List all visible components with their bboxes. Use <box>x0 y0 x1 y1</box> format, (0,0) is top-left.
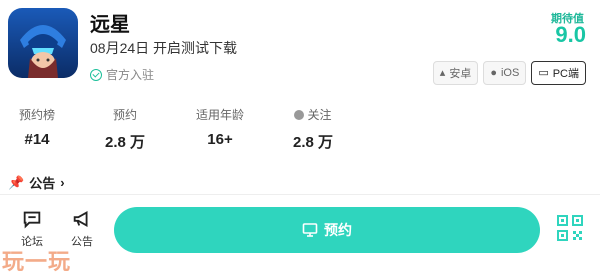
stat-value: 2.8 万 <box>104 134 146 151</box>
stat-reservations: 预约 2.8 万 <box>100 106 150 152</box>
platform-pc-button[interactable]: ▭ PC端 <box>531 61 586 85</box>
notice-label: 公告 <box>29 176 56 191</box>
stat-rank[interactable]: 预约榜 #14 <box>12 106 62 148</box>
stat-value: #14 <box>24 131 50 148</box>
site-watermark: 玩一玩 <box>2 249 72 274</box>
official-badge: 官方入驻 <box>90 66 154 83</box>
stat-age-rating: 适用年龄 16+ <box>188 106 252 148</box>
platform-android-button[interactable]: ▴ 安卓 <box>432 61 479 85</box>
stat-label: 适用年龄 <box>195 108 244 122</box>
notice-link[interactable]: 📌 公告 › <box>8 173 65 192</box>
stat-value: 2.8 万 <box>292 134 334 151</box>
forum-button[interactable]: 论坛 <box>12 208 52 249</box>
stat-label: 关注 <box>285 106 341 123</box>
stat-label: 预约 <box>112 108 137 122</box>
megaphone-icon <box>71 208 93 230</box>
pin-icon: 📌 <box>8 174 25 190</box>
platform-label: PC端 <box>552 68 579 80</box>
chevron-right-icon: › <box>60 175 65 190</box>
release-info: 08月24日 开启测试下载 <box>90 40 238 56</box>
apple-icon: ● <box>490 66 497 79</box>
platform-ios-button[interactable]: ● iOS <box>483 61 527 85</box>
announce-label: 公告 <box>71 236 93 248</box>
monitor-icon: ▭ <box>538 66 549 79</box>
stat-value: 16+ <box>207 131 233 148</box>
stat-followers[interactable]: 关注 2.8 万 <box>285 106 341 152</box>
divider <box>0 194 600 195</box>
game-icon[interactable] <box>8 8 78 78</box>
platform-label: 安卓 <box>449 68 472 80</box>
platform-switcher: ▴ 安卓 ● iOS ▭ PC端 <box>432 61 586 85</box>
game-title: 远星 <box>90 14 130 36</box>
official-label: 官方入驻 <box>106 68 155 82</box>
chat-bubble-icon <box>21 208 43 230</box>
announce-button[interactable]: 公告 <box>62 208 102 249</box>
qr-code-icon[interactable] <box>556 214 584 242</box>
reserve-button[interactable]: 预约 <box>114 207 540 253</box>
reserve-label: 预约 <box>324 222 352 238</box>
android-icon: ▴ <box>439 66 446 79</box>
expect-score: 9.0 <box>555 22 586 47</box>
monitor-icon <box>302 223 318 237</box>
heart-icon <box>294 109 305 120</box>
platform-label: iOS <box>500 67 520 79</box>
verified-icon <box>90 68 102 81</box>
stat-label: 预约榜 <box>18 108 55 122</box>
